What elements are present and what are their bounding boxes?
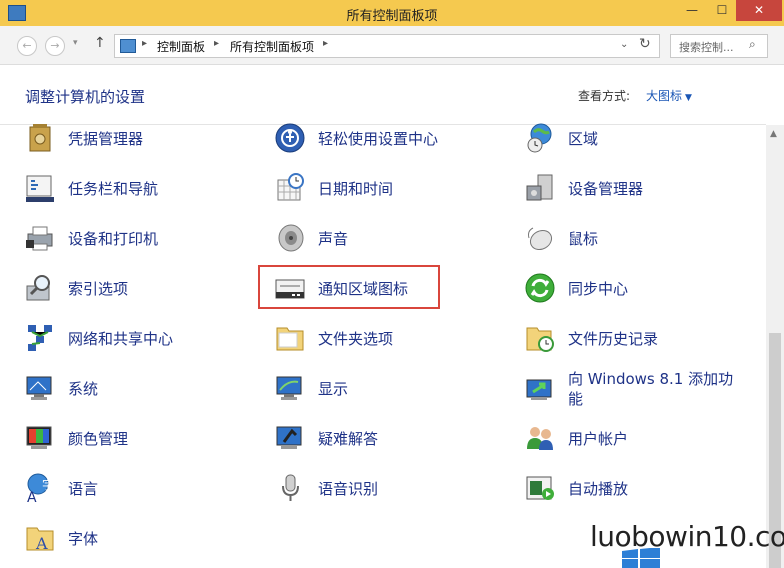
item-label: 文件夹选项 [318,330,394,348]
microphone-icon [282,474,299,501]
refresh-icon[interactable]: ↻ [639,36,651,52]
display-icon [276,376,302,400]
item-label: 区域 [568,130,599,148]
item-label: 索引选项 [68,280,129,298]
item-label: 字体 [68,530,99,548]
divider [0,124,766,125]
item-label: 凭据管理器 [68,130,144,148]
calendar-clock-icon [277,173,304,201]
item-label: 文件历史记录 [568,330,659,348]
watermark-text: luobowin10.com [590,520,784,553]
breadcrumb-all-items[interactable]: 所有控制面板项 [230,38,314,55]
item-label: 网络和共享中心 [68,330,174,348]
network-icon [28,325,52,351]
svg-text:A: A [35,534,48,553]
svg-text:字: 字 [42,477,54,492]
fonts-icon: A [26,527,54,553]
recent-locations-dropdown[interactable]: ▾ [73,38,78,48]
autoplay-icon [526,476,554,500]
item-label: 日期和时间 [318,180,394,198]
item-label: 鼠标 [568,230,599,248]
item-label: 声音 [318,230,349,248]
user-accounts-icon [527,427,553,450]
navigation-bar: ← → ▾ ↑ ▸ 控制面板 ▸ 所有控制面板项 ▸ ⌄ ↻ 搜索控制... ⌕ [0,26,784,65]
vertical-scrollbar[interactable]: ▲ [766,125,784,568]
address-dropdown-icon[interactable]: ⌄ [620,39,628,50]
item-label: 语言 [68,480,99,498]
breadcrumb-separator-icon[interactable]: ▸ [142,38,147,49]
window-title: 所有控制面板项 [346,9,438,24]
view-by-value[interactable]: 大图标 [646,89,682,103]
device-manager-icon [526,174,553,201]
svg-text:A: A [27,490,37,504]
item-label: 任务栏和导航 [68,180,159,198]
speaker-icon [278,224,304,252]
system-icon [26,376,52,400]
printer-icon [26,226,53,251]
folder-options-icon [276,327,304,351]
magnifier-icon [26,275,50,301]
view-by-label: 查看方式: [578,89,631,103]
item-label: 设备和打印机 [68,230,159,248]
item-label: 疑难解答 [318,430,379,448]
highlight-box [258,265,440,309]
mouse-icon [528,227,553,251]
item-label: 语音识别 [318,480,379,498]
add-features-icon [526,379,552,400]
forward-button[interactable]: → [45,36,65,56]
item-label: 同步中心 [568,280,629,298]
language-icon: A字 [27,473,54,504]
item-label: 向 Windows 8.1 添加功能 [568,370,734,408]
file-history-icon [526,327,554,352]
item-label: 自动播放 [568,480,629,498]
address-bar[interactable]: ▸ 控制面板 ▸ 所有控制面板项 ▸ ⌄ ↻ [114,34,660,58]
breadcrumb-control-panel[interactable]: 控制面板 [157,38,205,55]
back-button[interactable]: ← [17,36,37,56]
item-label: 用户帐户 [568,430,629,448]
dropdown-arrow-icon[interactable]: ▼ [685,93,692,103]
sync-icon [525,273,555,303]
minimize-button[interactable]: — [678,0,706,21]
view-by-dropdown[interactable]: 大图标 ▼ [646,87,692,104]
taskbar-icon [26,175,54,202]
search-placeholder: 搜索控制... [679,41,734,54]
control-panel-icon [120,39,136,53]
ease-of-access-icon [275,123,305,153]
page-heading: 调整计算机的设置 [25,88,146,106]
breadcrumb-separator-icon[interactable]: ▸ [214,38,219,49]
breadcrumb-separator-icon[interactable]: ▸ [323,38,328,49]
troubleshooting-icon [276,426,302,449]
item-label: 颜色管理 [68,430,129,448]
item-label: 显示 [318,380,349,398]
item-label: 设备管理器 [568,180,644,198]
credential-vault-icon [29,124,51,152]
item-label: 系统 [68,380,99,398]
scroll-up-icon[interactable]: ▲ [770,129,777,139]
globe-clock-icon [527,123,552,153]
title-bar: 所有控制面板项 — ☐ ✕ [0,0,784,26]
item-label: 轻松使用设置中心 [318,130,439,148]
search-icon[interactable]: ⌕ [749,37,756,52]
maximize-button[interactable]: ☐ [708,0,736,21]
close-button[interactable]: ✕ [736,0,782,21]
color-management-icon [26,426,52,449]
search-box[interactable]: 搜索控制... ⌕ [670,34,768,58]
up-button[interactable]: ↑ [94,35,106,51]
